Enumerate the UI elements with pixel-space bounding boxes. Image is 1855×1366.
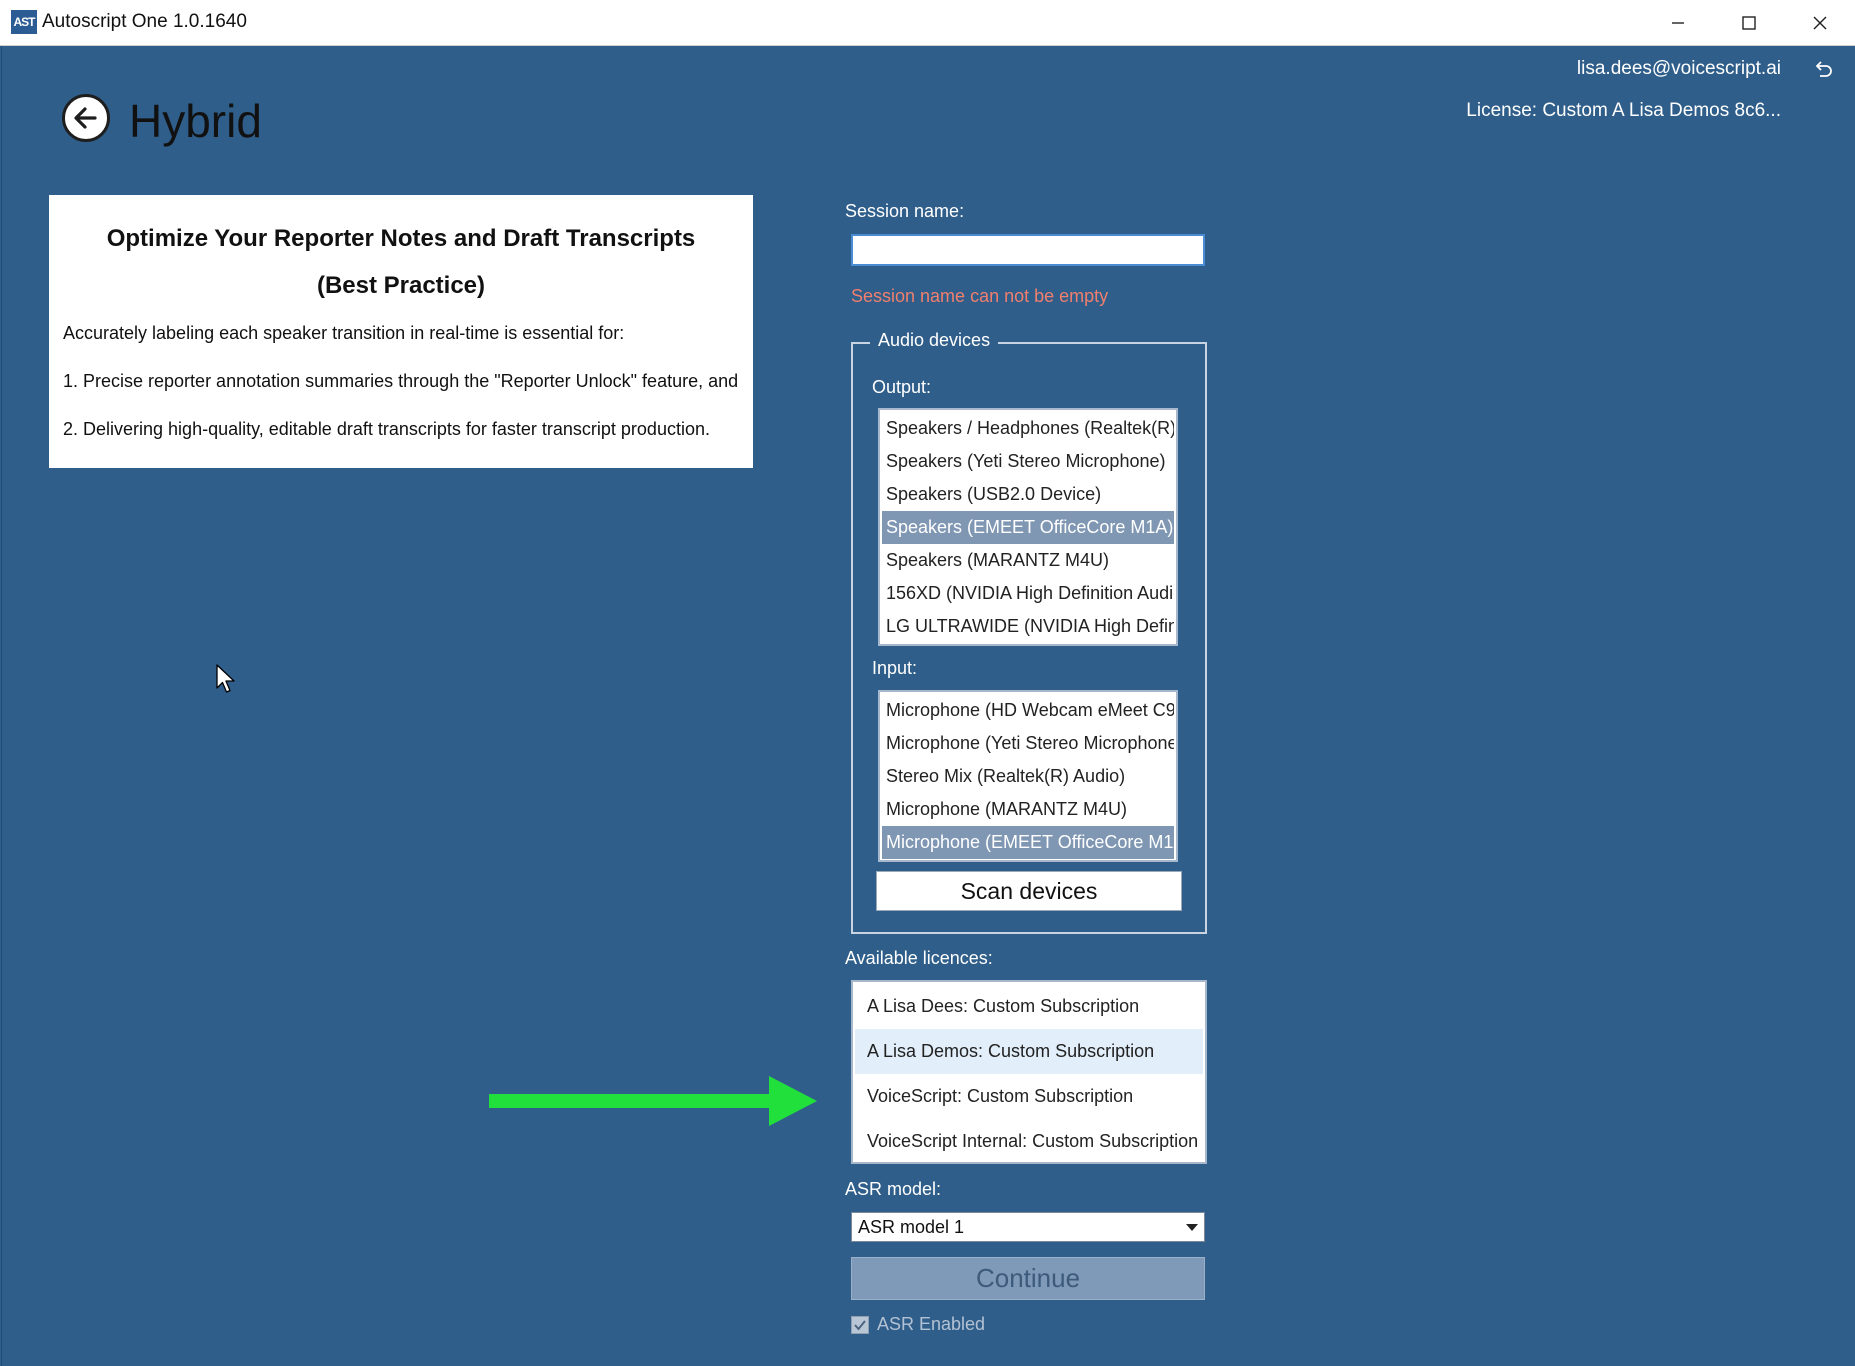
session-name-input[interactable] (851, 234, 1205, 266)
asr-enabled-label: ASR Enabled (877, 1314, 986, 1334)
card-text-line2: 1. Precise reporter annotation summaries… (63, 371, 739, 391)
best-practice-card: Optimize Your Reporter Notes and Draft T… (49, 195, 753, 468)
session-name-label: Session name: (845, 201, 965, 221)
card-text-line3: 2. Delivering high-quality, editable dra… (63, 419, 710, 439)
card-text-line1: Accurately labeling each speaker transit… (63, 323, 625, 343)
licence-list[interactable]: A Lisa Dees: Custom Subscription A Lisa … (851, 980, 1207, 1164)
scan-devices-button[interactable]: Scan devices (876, 871, 1182, 911)
input-device-item[interactable]: Microphone (Yeti Stereo Microphone) (882, 727, 1174, 760)
card-heading-line2: (Best Practice) (316, 272, 486, 299)
output-device-item-selected[interactable]: Speakers (EMEET OfficeCore M1A) (882, 511, 1174, 544)
asr-model-label: ASR model: (845, 1179, 942, 1199)
output-device-item[interactable]: 156XD (NVIDIA High Definition Audio) (882, 577, 1174, 610)
back-button[interactable] (62, 94, 110, 142)
maximize-button[interactable] (1714, 0, 1784, 46)
minimize-button[interactable] (1643, 0, 1713, 46)
input-device-item[interactable]: Stereo Mix (Realtek(R) Audio) (882, 760, 1174, 793)
output-label: Output: (872, 377, 932, 397)
asr-enabled-checkbox[interactable] (851, 1315, 869, 1334)
window-title: Autoscript One 1.0.1640 (42, 11, 247, 32)
mouse-cursor-icon (216, 664, 235, 693)
window-titlebar: AST Autoscript One 1.0.1640 (0, 0, 1855, 46)
main-content: lisa.dees@voicescript.ai License: Custom… (1, 46, 1855, 1366)
close-icon (1813, 16, 1827, 30)
input-label: Input: (872, 658, 918, 678)
annotation-arrow-icon (489, 1076, 817, 1126)
input-device-item[interactable]: Microphone (MARANTZ M4U) (882, 793, 1174, 826)
input-device-item[interactable]: Microphone (HD Webcam eMeet C980 Pro) (882, 694, 1174, 727)
license-info: License: Custom A Lisa Demos 8c6... (1466, 100, 1781, 121)
page-title: Hybrid (129, 95, 262, 147)
chevron-down-icon (1186, 1224, 1198, 1231)
input-device-item-selected[interactable]: Microphone (EMEET OfficeCore M1A) (882, 826, 1174, 859)
licence-item[interactable]: A Lisa Dees: Custom Subscription (855, 984, 1203, 1029)
user-email: lisa.dees@voicescript.ai (1576, 58, 1781, 79)
app-logo-icon: AST (11, 10, 37, 34)
audio-devices-legend: Audio devices (870, 330, 999, 351)
output-device-item[interactable]: Speakers (Yeti Stereo Microphone) (882, 445, 1174, 478)
output-device-item[interactable]: Speakers / Headphones (Realtek(R) Audio) (882, 412, 1174, 445)
input-device-list[interactable]: Microphone (HD Webcam eMeet C980 Pro) Mi… (878, 690, 1178, 862)
output-device-item[interactable]: Speakers (MARANTZ M4U) (882, 544, 1174, 577)
close-button[interactable] (1785, 0, 1855, 46)
continue-button[interactable]: Continue (851, 1257, 1205, 1300)
output-device-list[interactable]: Speakers / Headphones (Realtek(R) Audio)… (878, 408, 1178, 646)
asr-enabled-checkbox-row[interactable]: ASR Enabled (851, 1314, 985, 1335)
asr-model-value: ASR model 1 (858, 1217, 965, 1237)
output-device-item[interactable]: Speakers (USB2.0 Device) (882, 478, 1174, 511)
asr-model-select[interactable]: ASR model 1 (851, 1212, 1205, 1242)
output-device-item[interactable]: LG ULTRAWIDE (NVIDIA High Definition Aud… (882, 610, 1174, 643)
licence-item[interactable]: VoiceScript Internal: Custom Subscriptio… (855, 1119, 1203, 1164)
licence-item-highlighted[interactable]: A Lisa Demos: Custom Subscription (855, 1029, 1203, 1074)
maximize-icon (1742, 16, 1756, 30)
logout-icon[interactable] (1812, 60, 1834, 82)
card-heading-line1: Optimize Your Reporter Notes and Draft T… (106, 225, 696, 252)
checkmark-icon (854, 1319, 866, 1331)
licence-item[interactable]: VoiceScript: Custom Subscription (855, 1074, 1203, 1119)
minimize-icon (1672, 22, 1684, 24)
arrow-left-icon (74, 107, 97, 129)
available-licences-label: Available licences: (845, 948, 993, 968)
session-name-error: Session name can not be empty (851, 286, 1109, 306)
